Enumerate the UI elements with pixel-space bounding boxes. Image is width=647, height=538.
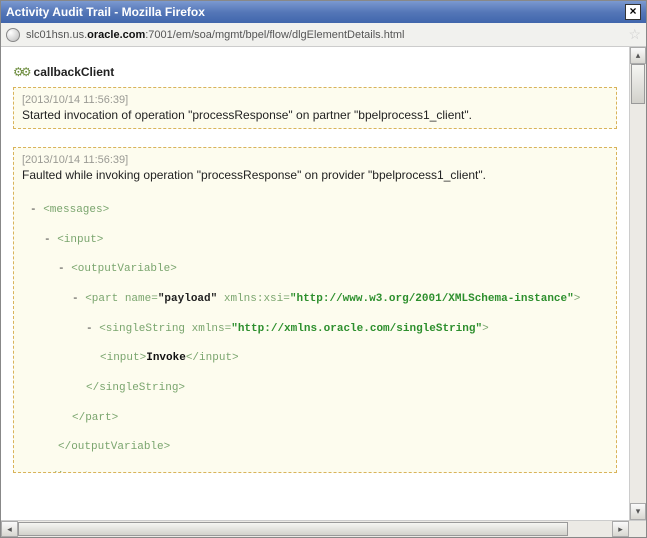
audit-message: Faulted while invoking operation "proces… [22,168,608,182]
audit-message: Started invocation of operation "process… [22,108,608,122]
scroll-right-icon[interactable]: ▸ [612,521,629,537]
section-header: ⚙⚙ callbackClient [13,65,621,79]
section-title: callbackClient [34,65,115,79]
expand-toggle[interactable]: - [30,204,43,216]
scroll-corner [629,521,646,537]
scroll-left-icon[interactable]: ◂ [1,521,18,537]
scroll-thumb[interactable] [18,522,568,536]
page-content: ⚙⚙ callbackClient [2013/10/14 11:56:39] … [1,47,629,520]
xml-attr-val: "http://xmlns.oracle.com/singleString" [231,323,482,335]
url-path: :7001/em/soa/mgmt/bpel/flow/dlgElementDe… [145,29,404,41]
scroll-track[interactable] [18,521,612,537]
window-titlebar: Activity Audit Trail - Mozilla Firefox × [1,1,646,23]
url-host-bold: oracle.com [87,29,145,41]
url-field[interactable]: slc01hsn.us.oracle.com:7001/em/soa/mgmt/… [26,29,622,41]
xml-tag: <part [85,293,125,305]
xml-tag: <input> [57,234,103,246]
url-host-prefix: slc01hsn.us. [26,29,87,41]
expand-toggle[interactable]: - [58,263,71,275]
globe-icon [6,28,20,42]
vertical-scrollbar[interactable]: ▴ ▾ [629,47,646,520]
bookmark-star-icon[interactable]: ☆ [628,26,641,43]
audit-box-started: [2013/10/14 11:56:39] Started invocation… [13,87,617,129]
scroll-thumb[interactable] [631,64,645,104]
timestamp: [2013/10/14 11:56:39] [22,154,608,166]
xml-tag: <messages> [43,204,109,216]
xml-tag: </singleString> [86,382,185,394]
audit-box-faulted: [2013/10/14 11:56:39] Faulted while invo… [13,147,617,473]
window-title: Activity Audit Trail - Mozilla Firefox [6,5,205,19]
xml-tag: </input> [186,352,239,364]
xml-tag: <outputVariable> [71,263,177,275]
expand-toggle[interactable]: - [44,234,57,246]
xml-payload: - <messages> - <input> - <outputVariable… [22,188,608,473]
xml-attr-val: "http://www.w3.org/2001/XMLSchema-instan… [290,293,574,305]
scroll-track[interactable] [630,64,646,503]
xml-tag: <input> [100,352,146,364]
address-bar: slc01hsn.us.oracle.com:7001/em/soa/mgmt/… [1,23,646,47]
xml-attr: xmlns= [192,323,232,335]
timestamp: [2013/10/14 11:56:39] [22,94,608,106]
xml-attr-val: "payload" [158,293,217,305]
xml-text: Invoke [146,352,186,364]
xml-tag: > [482,323,489,335]
scroll-down-icon[interactable]: ▾ [630,503,646,520]
xml-attr: name= [125,293,158,305]
xml-tag: </input> [44,471,97,473]
gears-icon: ⚙⚙ [13,65,29,79]
scroll-up-icon[interactable]: ▴ [630,47,646,64]
xml-tag: </part> [72,412,118,424]
xml-tag: </outputVariable> [58,441,170,453]
xml-tag: <singleString [99,323,191,335]
close-icon[interactable]: × [625,4,641,20]
horizontal-scrollbar[interactable]: ◂ ▸ [1,520,646,537]
expand-toggle[interactable]: - [72,293,85,305]
xml-attr: xmlns:xsi= [217,293,290,305]
expand-toggle[interactable]: - [86,323,99,335]
xml-tag: > [574,293,581,305]
